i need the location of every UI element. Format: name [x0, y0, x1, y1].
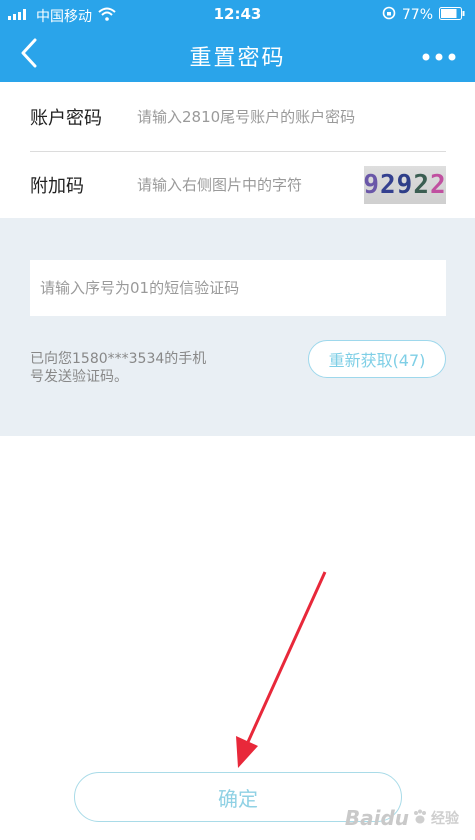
sms-code-input[interactable]	[40, 277, 430, 299]
account-password-row: 账户密码	[0, 84, 475, 150]
sms-sent-notice-line2: 号发送验证码。	[30, 369, 128, 385]
paw-icon	[412, 806, 428, 830]
status-bar: 中国移动 12:43 77%	[0, 0, 475, 28]
app-header: 中国移动 12:43 77% 重置密码	[0, 0, 475, 82]
extra-code-label: 附加码	[30, 176, 84, 197]
resend-code-button[interactable]: 重新获取(47)	[308, 340, 446, 378]
watermark-text: Baidu	[344, 806, 409, 830]
watermark-sub: 经验	[431, 811, 459, 827]
captcha-char: 2	[429, 170, 447, 200]
account-password-input[interactable]	[137, 106, 377, 128]
sms-code-field	[30, 260, 446, 316]
status-bar-right: 77%	[382, 6, 465, 24]
sms-verification-panel: 已向您1580***3534的手机 号发送验证码。 重新获取(47)	[0, 218, 475, 436]
captcha-char: 2	[380, 170, 397, 200]
baidu-watermark: Baidu 经验	[345, 806, 459, 830]
more-button[interactable]	[421, 42, 457, 68]
page-title: 重置密码	[189, 46, 286, 71]
captcha-char: 2	[413, 170, 430, 200]
battery-icon	[439, 6, 465, 24]
captcha-char: 9	[363, 170, 381, 200]
extra-code-input[interactable]	[137, 174, 352, 196]
rotation-lock-icon	[382, 6, 396, 24]
captcha-char: 9	[396, 170, 414, 200]
captcha-image[interactable]: 9 2 9 2 2	[363, 166, 447, 204]
sms-sent-notice-line1: 已向您1580***3534的手机	[30, 351, 207, 367]
extra-code-row: 附加码 9 2 9 2 2	[0, 152, 475, 218]
sms-sent-notice: 已向您1580***3534的手机 号发送验证码。	[30, 350, 240, 386]
more-dots-icon	[422, 46, 456, 65]
account-password-label: 账户密码	[30, 108, 102, 129]
nav-bar: 重置密码	[0, 28, 475, 82]
battery-percent: 77%	[401, 7, 433, 23]
